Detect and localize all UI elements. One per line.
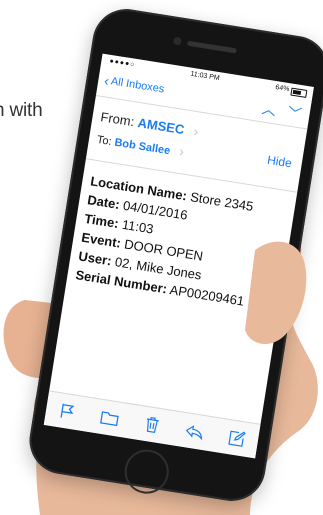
thumb-illustration	[245, 241, 307, 345]
